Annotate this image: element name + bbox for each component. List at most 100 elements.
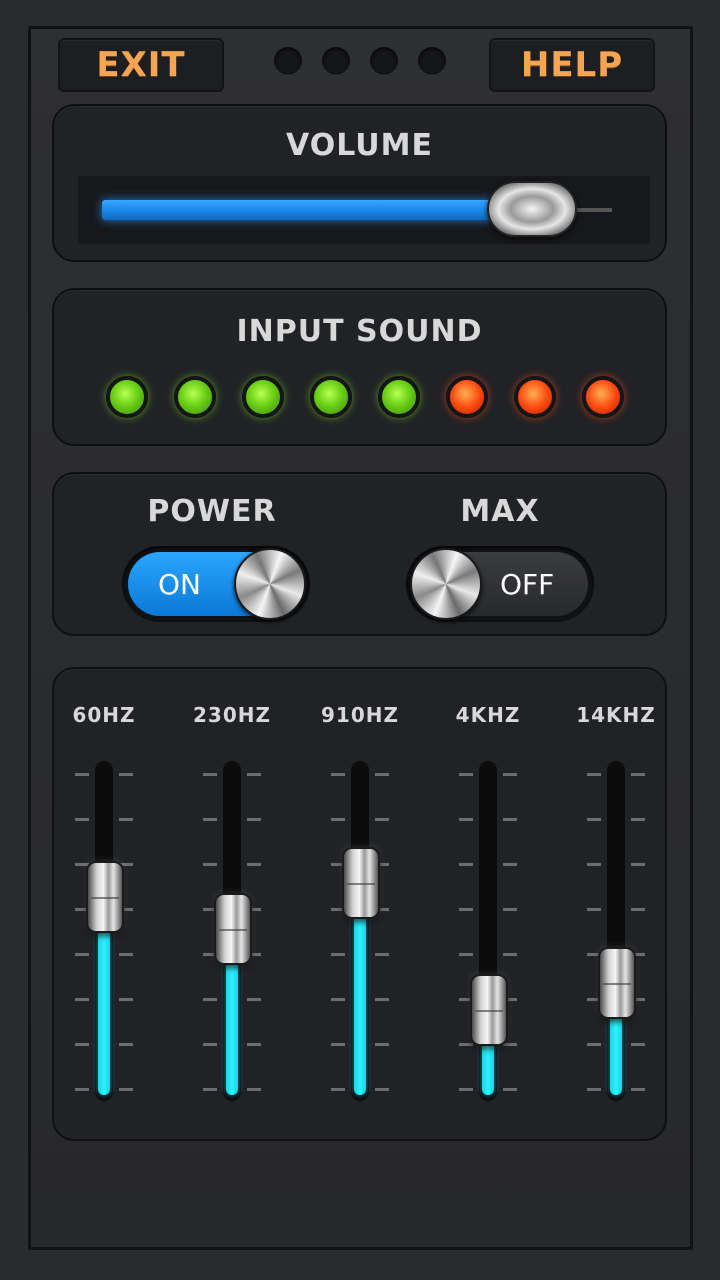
led-green bbox=[242, 376, 284, 418]
eq-tick bbox=[631, 818, 645, 821]
eq-tick bbox=[459, 818, 473, 821]
eq-tick bbox=[247, 998, 261, 1001]
eq-tick bbox=[375, 1088, 389, 1091]
eq-tick bbox=[331, 953, 345, 956]
eq-tick bbox=[75, 1088, 89, 1091]
eq-knob[interactable] bbox=[342, 847, 380, 920]
input-sound-title: INPUT SOUND bbox=[236, 314, 483, 349]
indicator-dot bbox=[322, 47, 350, 75]
eq-tick bbox=[375, 773, 389, 776]
eq-tick bbox=[247, 773, 261, 776]
volume-knob[interactable] bbox=[487, 181, 578, 237]
eq-tick bbox=[631, 1088, 645, 1091]
eq-tick bbox=[375, 953, 389, 956]
eq-tick bbox=[203, 1043, 217, 1046]
led-red bbox=[514, 376, 556, 418]
eq-tick bbox=[375, 818, 389, 821]
eq-tick bbox=[631, 863, 645, 866]
input-sound-panel: INPUT SOUND bbox=[52, 288, 667, 446]
eq-slider[interactable] bbox=[55, 761, 155, 1101]
indicator-dot bbox=[418, 47, 446, 75]
eq-tick bbox=[587, 818, 601, 821]
eq-band-label: 230HZ bbox=[193, 703, 271, 727]
power-toggle-knob[interactable] bbox=[234, 548, 306, 620]
volume-fill bbox=[102, 200, 533, 220]
eq-tick bbox=[331, 773, 345, 776]
eq-tick bbox=[247, 818, 261, 821]
eq-tick bbox=[203, 998, 217, 1001]
eq-tick bbox=[631, 908, 645, 911]
eq-tick bbox=[587, 773, 601, 776]
led-green bbox=[310, 376, 352, 418]
led-red bbox=[446, 376, 488, 418]
eq-band-label: 4KHZ bbox=[455, 703, 521, 727]
eq-tick bbox=[503, 953, 517, 956]
eq-knob[interactable] bbox=[86, 860, 124, 933]
exit-button[interactable]: EXIT bbox=[58, 38, 224, 92]
eq-tick bbox=[503, 1043, 517, 1046]
eq-tick bbox=[247, 1088, 261, 1091]
eq-tick bbox=[375, 998, 389, 1001]
volume-title: VOLUME bbox=[286, 128, 433, 163]
max-toggle-knob[interactable] bbox=[410, 548, 482, 620]
eq-band-label: 910HZ bbox=[321, 703, 399, 727]
eq-knob[interactable] bbox=[598, 947, 636, 1019]
eq-tick bbox=[119, 818, 133, 821]
eq-tick bbox=[203, 773, 217, 776]
eq-tick bbox=[203, 1088, 217, 1091]
equalizer-panel: 60HZ 230HZ 910HZ 4KHZ 14KHZ bbox=[52, 667, 667, 1141]
eq-tick bbox=[75, 1043, 89, 1046]
eq-tick bbox=[587, 863, 601, 866]
eq-band-label: 60HZ bbox=[72, 703, 136, 727]
eq-knob[interactable] bbox=[214, 893, 252, 965]
eq-tick bbox=[331, 1088, 345, 1091]
eq-tick bbox=[75, 953, 89, 956]
eq-tick bbox=[247, 1043, 261, 1046]
indicator-dot bbox=[370, 47, 398, 75]
eq-tick bbox=[503, 818, 517, 821]
volume-panel: VOLUME bbox=[52, 104, 667, 262]
eq-tick bbox=[119, 998, 133, 1001]
eq-slider[interactable] bbox=[183, 761, 283, 1101]
eq-tick bbox=[459, 953, 473, 956]
eq-tick bbox=[459, 1043, 473, 1046]
eq-tick bbox=[331, 818, 345, 821]
eq-tick bbox=[331, 998, 345, 1001]
power-state-label: ON bbox=[158, 567, 201, 601]
eq-tick bbox=[631, 773, 645, 776]
indicator-dot bbox=[274, 47, 302, 75]
eq-band-label: 14KHZ bbox=[576, 703, 656, 727]
eq-tick bbox=[119, 1088, 133, 1091]
led-green bbox=[106, 376, 148, 418]
eq-tick bbox=[75, 818, 89, 821]
eq-tick bbox=[75, 998, 89, 1001]
volume-slider[interactable] bbox=[78, 176, 650, 244]
max-state-label: OFF bbox=[500, 567, 555, 601]
eq-tick bbox=[375, 1043, 389, 1046]
eq-tick bbox=[203, 818, 217, 821]
eq-tick bbox=[119, 1043, 133, 1046]
eq-tick bbox=[503, 908, 517, 911]
switch-panel: POWER ON MAX OFF bbox=[52, 472, 667, 636]
eq-slider[interactable] bbox=[567, 761, 667, 1101]
eq-tick bbox=[587, 1088, 601, 1091]
eq-tick bbox=[75, 773, 89, 776]
max-toggle[interactable]: OFF bbox=[406, 546, 594, 622]
eq-tick bbox=[587, 1043, 601, 1046]
eq-knob[interactable] bbox=[470, 974, 508, 1046]
eq-tick bbox=[119, 953, 133, 956]
led-green bbox=[378, 376, 420, 418]
eq-slider[interactable] bbox=[311, 761, 411, 1101]
eq-tick bbox=[459, 908, 473, 911]
eq-tick bbox=[459, 863, 473, 866]
help-button[interactable]: HELP bbox=[489, 38, 655, 92]
max-title: MAX bbox=[460, 494, 540, 529]
power-toggle[interactable]: ON bbox=[122, 546, 310, 622]
eq-tick bbox=[119, 773, 133, 776]
eq-tick bbox=[503, 1088, 517, 1091]
led-green bbox=[174, 376, 216, 418]
eq-tick bbox=[631, 1043, 645, 1046]
eq-slider[interactable] bbox=[439, 761, 539, 1101]
eq-tick bbox=[587, 908, 601, 911]
eq-tick bbox=[459, 1088, 473, 1091]
